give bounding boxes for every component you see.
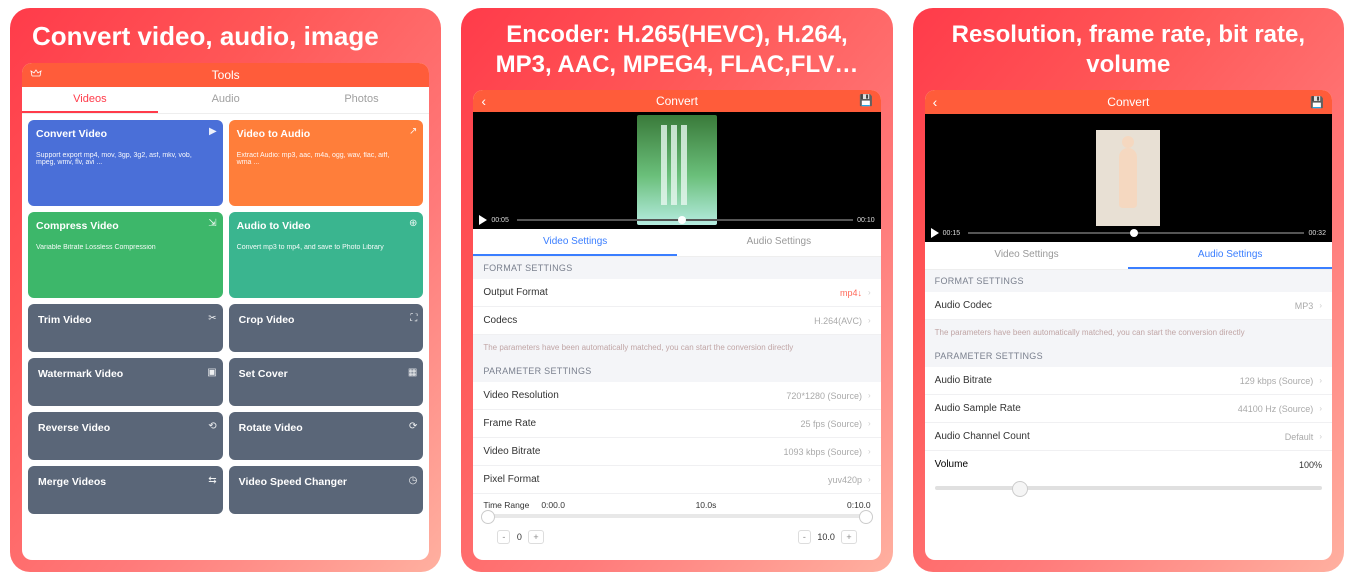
format-settings-header: FORMAT SETTINGS (473, 257, 880, 279)
merge-icon: ⇆ (208, 475, 216, 486)
row-pixel-format[interactable]: Pixel Format yuv420p › (473, 466, 880, 494)
row-channel-count[interactable]: Audio Channel Count Default › (925, 423, 1332, 451)
cover-icon: ▦ (408, 367, 417, 378)
panel: ‹ Convert 💾 00:15 00:32 Video Settings A… (925, 90, 1332, 560)
card-reverse-video[interactable]: Reverse Video ⟲ (28, 412, 223, 460)
tab-video-settings[interactable]: Video Settings (473, 229, 677, 256)
chevron-right-icon: › (868, 316, 871, 325)
row-audio-codec[interactable]: Audio Codec MP3 › (925, 292, 1332, 320)
tab-audio-settings[interactable]: Audio Settings (1128, 242, 1332, 269)
row-output-format[interactable]: Output Format mp4↓ › (473, 279, 880, 307)
settings-tabs: Video Settings Audio Settings (925, 242, 1332, 270)
tovideo-icon: ⊕ (409, 218, 417, 229)
tab-video-settings[interactable]: Video Settings (925, 242, 1129, 269)
parameter-settings-header: PARAMETER SETTINGS (473, 360, 880, 382)
chevron-right-icon: › (868, 288, 871, 297)
tab-audio[interactable]: Audio (158, 87, 294, 113)
card-watermark-video[interactable]: Watermark Video ▣ (28, 358, 223, 406)
parameter-settings-header: PARAMETER SETTINGS (925, 345, 1332, 367)
card-audio-to-video[interactable]: Audio to Video ⊕ Convert mp3 to mp4, and… (229, 212, 424, 298)
card-speed-changer[interactable]: Video Speed Changer ◷ (229, 466, 424, 514)
start-inc-button[interactable]: + (528, 530, 543, 544)
play-icon[interactable] (931, 228, 939, 238)
row-video-bitrate[interactable]: Video Bitrate 1093 kbps (Source) › (473, 438, 880, 466)
hero-title: Resolution, frame rate, bit rate, volume (913, 8, 1344, 90)
chevron-right-icon: › (1319, 301, 1322, 310)
chevron-right-icon: › (1319, 404, 1322, 413)
video-thumbnail (637, 115, 717, 225)
chevron-right-icon: › (868, 447, 871, 456)
row-sample-rate[interactable]: Audio Sample Rate 44100 Hz (Source) › (925, 395, 1332, 423)
video-preview[interactable]: 00:05 00:10 (473, 112, 880, 229)
hint-text: The parameters have been automatically m… (473, 335, 880, 360)
hint-text: The parameters have been automatically m… (925, 320, 1332, 345)
screenshot-audio-settings: Resolution, frame rate, bit rate, volume… (913, 8, 1344, 572)
chevron-right-icon: › (868, 475, 871, 484)
nav-title: Convert (656, 94, 698, 108)
hero-title: Encoder: H.265(HEVC), H.264, MP3, AAC, M… (461, 8, 892, 90)
navbar: ‹ Convert 💾 (473, 90, 880, 112)
reverse-icon: ⟲ (208, 421, 216, 432)
row-volume: Volume 100% (925, 451, 1332, 478)
tab-audio-settings[interactable]: Audio Settings (677, 229, 881, 256)
screenshot-video-settings: Encoder: H.265(HEVC), H.264, MP3, AAC, M… (461, 8, 892, 572)
format-settings-header: FORMAT SETTINGS (925, 270, 1332, 292)
back-icon[interactable]: ‹ (481, 93, 486, 109)
watermark-icon: ▣ (207, 367, 216, 378)
back-icon[interactable]: ‹ (933, 94, 938, 110)
chevron-right-icon: › (1319, 432, 1322, 441)
topbar: Tools (22, 63, 429, 87)
row-time-range: Time Range 0:00.0 10.0s 0:10.0 - 0 + - 1… (473, 494, 880, 560)
card-trim-video[interactable]: Trim Video ✂ (28, 304, 223, 352)
timeline[interactable]: 00:15 00:32 (925, 224, 1332, 242)
video-preview[interactable]: 00:15 00:32 (925, 114, 1332, 242)
tab-photos[interactable]: Photos (294, 87, 430, 113)
hero-title: Convert video, audio, image (10, 8, 441, 63)
scissors-icon: ✂ (208, 313, 216, 324)
chevron-right-icon: › (868, 419, 871, 428)
row-video-resolution[interactable]: Video Resolution 720*1280 (Source) › (473, 382, 880, 410)
card-crop-video[interactable]: Crop Video ⛶ (229, 304, 424, 352)
volume-slider[interactable] (935, 486, 1322, 490)
panel: Tools Videos Audio Photos Convert Video … (22, 63, 429, 561)
card-video-to-audio[interactable]: Video to Audio ↗ Extract Audio: mp3, aac… (229, 120, 424, 206)
tools-grid: Convert Video ▶ Support export mp4, mov,… (22, 114, 429, 520)
time-range-slider[interactable] (483, 514, 870, 518)
end-dec-button[interactable]: - (798, 530, 811, 544)
top-tabs: Videos Audio Photos (22, 87, 429, 114)
rotate-icon: ⟳ (409, 421, 417, 432)
start-dec-button[interactable]: - (497, 530, 510, 544)
panel: ‹ Convert 💾 00:05 00:10 Video Settings A… (473, 90, 880, 560)
export-icon: ↗ (409, 126, 417, 137)
nav-title: Convert (1107, 95, 1149, 109)
crown-icon[interactable] (30, 67, 42, 82)
crop-icon: ⛶ (410, 313, 417, 324)
topbar-title: Tools (212, 68, 240, 82)
speed-icon: ◷ (409, 475, 418, 486)
chevron-right-icon: › (868, 391, 871, 400)
save-icon[interactable]: 💾 (1310, 96, 1324, 109)
card-set-cover[interactable]: Set Cover ▦ (229, 358, 424, 406)
timeline[interactable]: 00:05 00:10 (473, 211, 880, 229)
card-convert-video[interactable]: Convert Video ▶ Support export mp4, mov,… (28, 120, 223, 206)
row-audio-bitrate[interactable]: Audio Bitrate 129 kbps (Source) › (925, 367, 1332, 395)
end-inc-button[interactable]: + (841, 530, 856, 544)
row-codecs[interactable]: Codecs H.264(AVC) › (473, 307, 880, 335)
navbar: ‹ Convert 💾 (925, 90, 1332, 114)
play-icon[interactable] (479, 215, 487, 225)
row-frame-rate[interactable]: Frame Rate 25 fps (Source) › (473, 410, 880, 438)
video-thumbnail (1096, 130, 1160, 226)
save-icon[interactable]: 💾 (859, 94, 873, 107)
card-compress-video[interactable]: Compress Video ⇲ Variable Bitrate Lossle… (28, 212, 223, 298)
chevron-right-icon: › (1319, 376, 1322, 385)
card-rotate-video[interactable]: Rotate Video ⟳ (229, 412, 424, 460)
card-merge-videos[interactable]: Merge Videos ⇆ (28, 466, 223, 514)
screenshot-tools: Convert video, audio, image Tools Videos… (10, 8, 441, 572)
compress-icon: ⇲ (208, 218, 216, 229)
settings-tabs: Video Settings Audio Settings (473, 229, 880, 257)
tab-videos[interactable]: Videos (22, 87, 158, 113)
play-icon: ▶ (209, 126, 217, 137)
